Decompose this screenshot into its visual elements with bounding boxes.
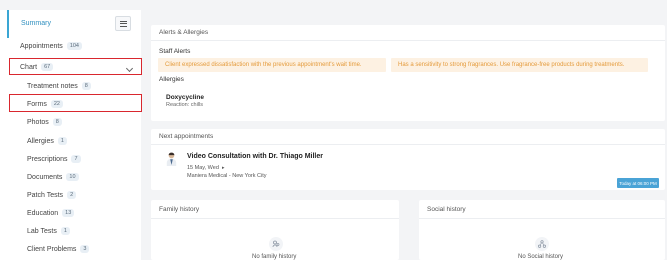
appointment-date: 15 May, Wed [187,165,219,171]
allergies-heading: Allergies [159,76,184,83]
empty-state-text: No family history [252,254,297,260]
family-history-card: Family history [151,200,399,260]
client-sidebar: Summary Appointments 104 Chart 67 Treatm… [0,10,142,260]
sidebar-item-documents[interactable]: Documents 10 [27,173,79,181]
sidebar-item-photos[interactable]: Photos 8 [27,118,62,126]
sidebar-item-label: Appointments [20,42,63,50]
sidebar-item-allergies[interactable]: Allergies 1 [27,137,67,145]
highlight-box-forms [9,94,142,112]
divider [151,40,665,41]
sidebar-item-label: Prescriptions [27,155,68,163]
sidebar-item-label: Patch Tests [27,191,64,199]
empty-state-text: No Social history [518,254,564,260]
appointment-title[interactable]: Video Consultation with Dr. Thiago Mille… [187,153,323,160]
sidebar-item-appointments[interactable]: Appointments 104 [20,42,82,50]
alert-text: Client expressed dissatisfaction with th… [165,62,362,68]
family-tree-icon [269,237,283,251]
staff-alerts-heading: Staff Alerts [159,48,191,55]
sidebar-item-lab-tests[interactable]: Lab Tests 1 [27,227,70,235]
count-badge: 3 [80,245,90,253]
doctor-avatar-icon [166,152,177,166]
divider [151,218,399,219]
video-icon: ▸ [222,165,225,171]
appointment-time-badge: Today at 06:00 PM [617,178,659,188]
allergy-reaction: Reaction: chills [166,102,203,108]
count-badge: 1 [60,227,70,235]
appointment-location: Maniera Medical - New York City [187,173,267,179]
highlight-box-chart [9,58,142,75]
card-title: Family history [159,206,200,213]
staff-alert-badge: Client expressed dissatisfaction with th… [158,58,386,72]
sidebar-item-label: Allergies [27,137,54,145]
card-title: Next appointments [159,133,214,140]
count-badge: 8 [52,118,62,126]
sidebar-item-label: Documents [27,173,63,181]
staff-alert-badge: Has a sensitivity to strong fragrances. … [391,58,648,72]
sidebar-item-label: Summary [21,20,51,27]
divider [419,218,665,219]
card-title: Social history [427,206,466,213]
alerts-allergies-card: Alerts & Allergies Staff Alerts Allergie… [151,25,665,121]
sidebar-item-prescriptions[interactable]: Prescriptions 7 [27,155,81,163]
sidebar-item-education[interactable]: Education 13 [27,209,75,217]
count-badge: 13 [62,209,75,217]
sidebar-item-label: Photos [27,118,49,126]
alert-text: Has a sensitivity to strong fragrances. … [398,62,625,68]
social-history-card: Social history [419,200,665,260]
sidebar-item-patch-tests[interactable]: Patch Tests 2 [27,191,77,199]
badge-label: Today at 06:00 PM [619,180,657,186]
divider [151,144,665,145]
count-badge: 1 [57,137,67,145]
sidebar-item-label: Education [27,209,59,217]
count-badge: 7 [71,155,81,163]
count-badge: 8 [81,82,91,90]
allergy-name: Doxycycline [166,94,204,101]
count-badge: 2 [67,191,77,199]
sidebar-item-label: Client Problems [27,245,77,253]
sidebar-item-label: Lab Tests [27,227,57,235]
sidebar-item-client-problems[interactable]: Client Problems 3 [27,245,90,253]
sidebar-item-treatment-notes[interactable]: Treatment notes 8 [27,82,91,90]
count-badge: 104 [66,42,82,50]
count-badge: 10 [66,173,79,181]
sidebar-item-label: Treatment notes [27,82,78,90]
menu-icon[interactable] [115,16,131,31]
card-title: Alerts & Allergies [159,29,209,36]
social-network-icon [535,237,549,251]
